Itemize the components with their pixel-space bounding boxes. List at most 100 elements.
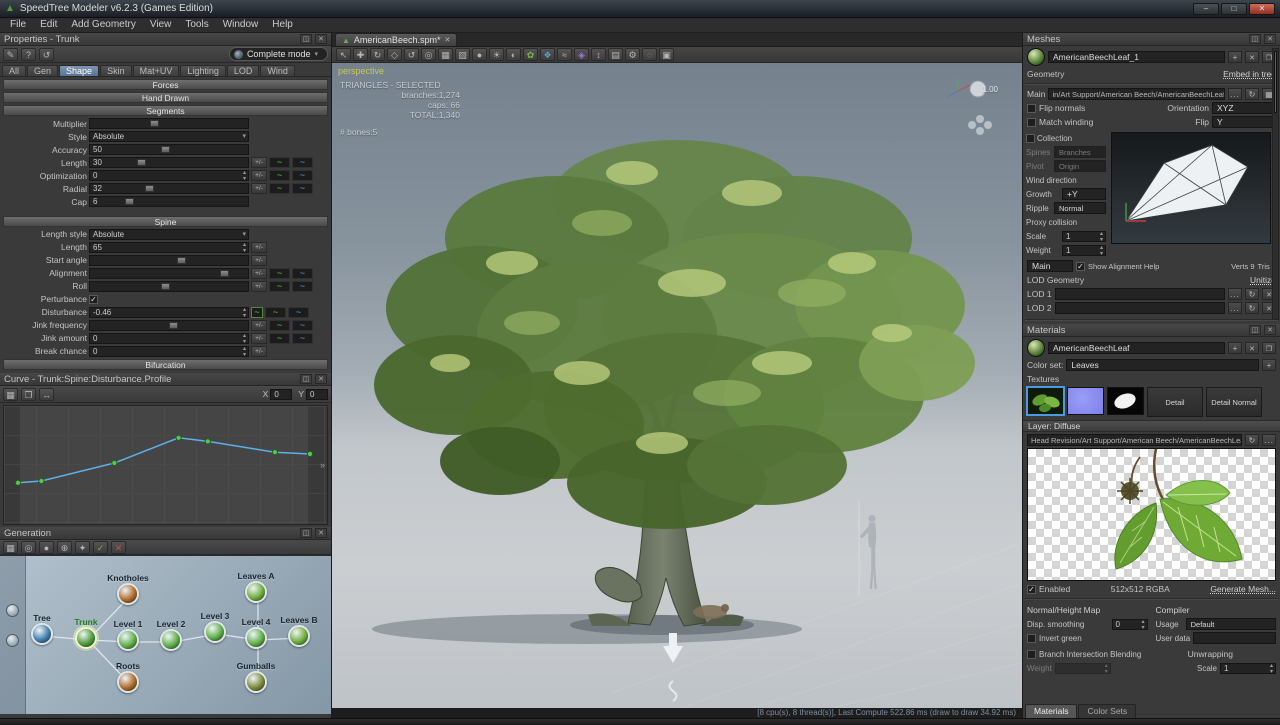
wind-icon[interactable]: ≈	[557, 48, 572, 61]
proxy-weight-stepper[interactable]: 1	[1062, 245, 1106, 256]
pivot-dropdown[interactable]: Origin	[1054, 160, 1106, 172]
curve-x-input[interactable]: 0	[270, 389, 292, 400]
jink-amount-curve-thumbnail[interactable]	[269, 333, 290, 344]
jink-amount-profile-curve-thumbnail[interactable]	[292, 333, 313, 344]
optimization-curve-thumbnail[interactable]	[269, 170, 290, 181]
alignment-slider[interactable]	[89, 268, 249, 279]
add-material-button[interactable]	[1228, 342, 1242, 354]
rotate-icon[interactable]: ↻	[370, 48, 385, 61]
slider-handle[interactable]	[161, 283, 170, 290]
curve-control-point[interactable]	[205, 439, 210, 444]
reload-texture-button[interactable]	[1245, 434, 1259, 446]
camera-icon[interactable]: ◎	[421, 48, 436, 61]
layer-bar[interactable]: Layer: Diffuse	[1023, 420, 1280, 432]
growth-dropdown[interactable]: +Y	[1062, 188, 1106, 200]
float-panel-icon[interactable]	[300, 34, 312, 44]
disturbance-profile-curve[interactable]	[4, 406, 328, 524]
radial-slider[interactable]: 32	[89, 183, 249, 194]
layers-icon[interactable]: ▤	[608, 48, 623, 61]
jink-frequency-slider[interactable]	[89, 320, 249, 331]
edit-properties-icon[interactable]: ✎	[3, 48, 18, 61]
minimize-button[interactable]: –	[1193, 3, 1219, 15]
diffuse-texture-thumbnail[interactable]	[1027, 387, 1064, 415]
tab-all[interactable]: All	[2, 65, 26, 76]
section-forces[interactable]: Forces	[3, 79, 328, 90]
copy-curve-icon[interactable]: ❐	[21, 388, 36, 401]
detail-normal-texture-button[interactable]: Detail Normal	[1206, 387, 1262, 417]
measure-icon[interactable]: ↕	[591, 48, 606, 61]
node-level-4[interactable]: Level 4	[245, 627, 267, 649]
flip-normals-checkbox[interactable]	[1027, 104, 1036, 113]
lod1-path-input[interactable]	[1055, 288, 1225, 300]
texture-preview[interactable]	[1027, 448, 1276, 581]
lod2-path-input[interactable]	[1055, 302, 1225, 314]
length-curve-thumbnail[interactable]	[269, 157, 290, 168]
section-bifurcation[interactable]: Bifurcation	[3, 359, 328, 370]
close-panel-icon[interactable]	[315, 528, 327, 538]
node-leaves-a[interactable]: Leaves A	[245, 581, 267, 603]
add-color-set-button[interactable]	[1262, 359, 1276, 371]
accuracy-slider[interactable]: 50	[89, 144, 249, 155]
color-set-dropdown[interactable]: Leaves	[1066, 359, 1259, 371]
pan-right-icon[interactable]	[320, 460, 325, 470]
delete-mesh-button[interactable]	[1245, 51, 1259, 63]
close-panel-icon[interactable]	[1264, 34, 1276, 44]
node-level-1[interactable]: Level 1	[117, 629, 139, 651]
physics-icon[interactable]: ◈	[574, 48, 589, 61]
roll-profile-curve-thumbnail[interactable]	[292, 281, 313, 292]
flip-dropdown[interactable]: Y	[1212, 116, 1276, 128]
float-panel-icon[interactable]	[300, 374, 312, 384]
match-winding-checkbox[interactable]	[1027, 118, 1036, 127]
menu-file[interactable]: File	[3, 18, 33, 32]
browse-lod1-button[interactable]	[1228, 288, 1242, 300]
wireframe-icon[interactable]: ▧	[455, 48, 470, 61]
close-tab-icon[interactable]: ✕	[444, 36, 450, 44]
tab-mat-uv[interactable]: Mat+UV	[133, 65, 180, 76]
break-chance-stepper[interactable]: 0	[89, 346, 249, 357]
light-icon[interactable]: ☀	[489, 48, 504, 61]
disturbance-curve-thumbnail[interactable]	[265, 307, 286, 318]
shadow-icon[interactable]: ◐	[506, 48, 521, 61]
branch-display-icon[interactable]: ❖	[540, 48, 555, 61]
enable-node-icon[interactable]: ✓	[93, 541, 108, 554]
reset-properties-icon[interactable]: ↺	[39, 48, 54, 61]
tab-skin[interactable]: Skin	[100, 65, 132, 76]
node-trunk[interactable]: Trunk	[75, 627, 97, 649]
maximize-button[interactable]: □	[1221, 3, 1247, 15]
node-gumballs[interactable]: Gumballs	[245, 671, 267, 693]
slider-handle[interactable]	[137, 159, 146, 166]
collection-checkbox[interactable]	[1026, 134, 1035, 143]
slider-handle[interactable]	[220, 270, 229, 277]
close-panel-icon[interactable]	[1264, 325, 1276, 335]
main-path-input[interactable]: in/Art Support/American Beech/AmericanBe…	[1048, 88, 1225, 100]
focus-icon[interactable]: ◎	[21, 541, 36, 554]
orientation-dropdown[interactable]: XYZ	[1212, 102, 1276, 114]
curve-control-point[interactable]	[176, 435, 181, 440]
curve-control-point[interactable]	[272, 450, 277, 455]
roll-curve-thumbnail[interactable]	[269, 281, 290, 292]
blend-weight-stepper[interactable]	[1055, 663, 1111, 674]
curve-control-point[interactable]	[307, 451, 312, 456]
usage-dropdown[interactable]: Default	[1186, 618, 1276, 630]
translate-icon[interactable]: ✚	[353, 48, 368, 61]
enabled-checkbox[interactable]	[1027, 585, 1036, 594]
length-variance-button[interactable]	[251, 157, 267, 168]
scale-icon[interactable]: ◇	[387, 48, 402, 61]
start-angle-variance-button[interactable]	[251, 255, 267, 266]
slider-handle[interactable]	[169, 322, 178, 329]
disturbance-profile-curve-thumbnail[interactable]	[288, 307, 309, 318]
reload-lod1-button[interactable]	[1245, 288, 1259, 300]
spine-length-variance-button[interactable]	[251, 242, 267, 253]
help-icon[interactable]: ?	[21, 48, 36, 61]
shaded-icon[interactable]: ●	[472, 48, 487, 61]
jink-amount-stepper[interactable]: 0	[89, 333, 249, 344]
close-panel-icon[interactable]	[315, 34, 327, 44]
show-alignment-checkbox[interactable]	[1076, 262, 1085, 271]
tab-shape[interactable]: Shape	[59, 65, 99, 76]
alignment-curve-thumbnail[interactable]	[269, 268, 290, 279]
mesh-selector-dropdown[interactable]: AmericanBeechLeaf_1	[1048, 51, 1225, 63]
camera-mode-label[interactable]: perspective	[338, 66, 384, 76]
close-panel-icon[interactable]	[315, 374, 327, 384]
generate-mesh-button[interactable]: Generate Mesh...	[1210, 584, 1276, 594]
menu-edit[interactable]: Edit	[33, 18, 64, 32]
